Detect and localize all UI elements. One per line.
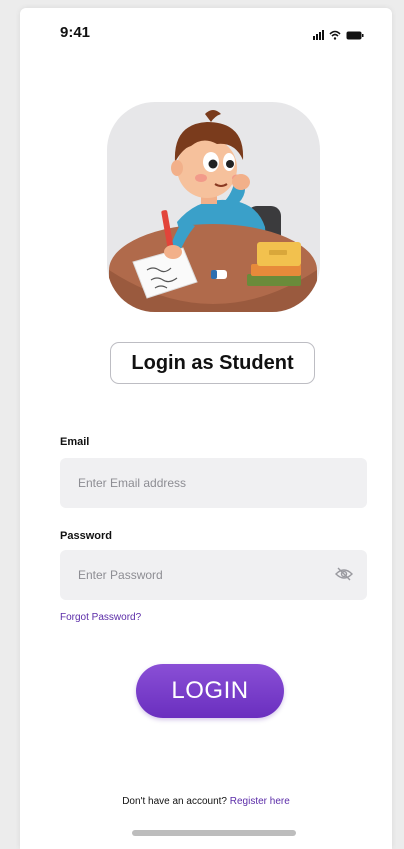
email-field[interactable] xyxy=(76,475,351,491)
register-link[interactable]: Register here xyxy=(230,796,290,807)
phone-screen: 9:41 Login as Student Email Enter Email … xyxy=(20,8,392,849)
home-indicator[interactable] xyxy=(132,830,296,836)
wifi-icon xyxy=(329,30,341,40)
password-field[interactable] xyxy=(76,567,351,583)
email-field-container xyxy=(60,458,367,508)
password-field-container xyxy=(60,550,367,600)
register-prompt: Don't have an account? Register here xyxy=(20,796,392,807)
register-prompt-text: Don't have an account? xyxy=(122,796,227,807)
battery-icon xyxy=(346,31,364,40)
email-label: Email xyxy=(60,436,90,448)
eye-hidden-icon[interactable] xyxy=(335,567,353,586)
status-time: 9:41 xyxy=(60,24,91,41)
password-label: Password xyxy=(60,530,112,542)
forgot-password-link[interactable]: Forgot Password? xyxy=(60,612,141,623)
student-writing-illustration xyxy=(107,102,320,312)
status-icons xyxy=(313,26,364,40)
login-role-title: Login as Student xyxy=(110,342,315,384)
login-button[interactable]: LOGIN xyxy=(136,664,284,718)
page-background: 9:41 Login as Student Email Enter Email … xyxy=(0,0,404,849)
signal-icon xyxy=(313,30,324,40)
